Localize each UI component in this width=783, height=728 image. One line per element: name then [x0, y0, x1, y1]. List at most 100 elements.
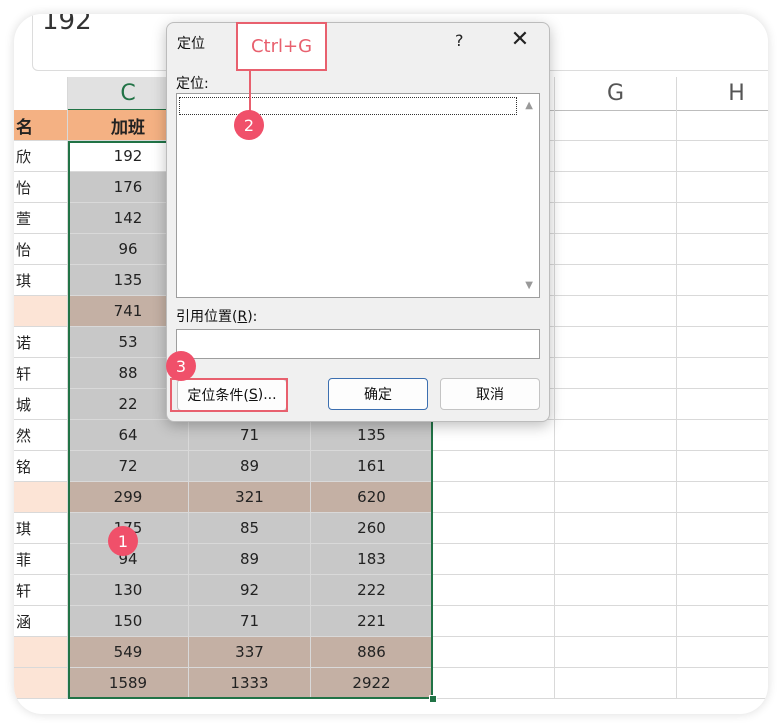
row-name-cell[interactable] — [14, 668, 68, 699]
value-cell-c[interactable]: 150 — [68, 606, 189, 637]
grid-cell[interactable] — [677, 110, 768, 141]
row-name-cell[interactable]: 萱 — [14, 203, 68, 234]
value-cell-d[interactable]: 89 — [189, 544, 311, 575]
grid-cell[interactable] — [677, 575, 768, 606]
grid-cell[interactable] — [555, 265, 677, 296]
grid-cell[interactable] — [677, 451, 768, 482]
row-name-cell[interactable]: 城 — [14, 389, 68, 420]
value-cell-d[interactable]: 71 — [189, 606, 311, 637]
column-header-b[interactable] — [14, 77, 68, 111]
value-cell-e[interactable]: 620 — [311, 482, 433, 513]
row-name-cell[interactable] — [14, 296, 68, 327]
grid-cell[interactable] — [677, 296, 768, 327]
grid-cell[interactable] — [433, 575, 555, 606]
cancel-button[interactable]: 取消 — [440, 378, 540, 410]
value-cell-e[interactable]: 221 — [311, 606, 433, 637]
grid-cell[interactable] — [433, 606, 555, 637]
grid-cell[interactable] — [555, 544, 677, 575]
value-cell-c[interactable]: 72 — [68, 451, 189, 482]
grid-cell[interactable] — [677, 544, 768, 575]
grid-cell[interactable] — [677, 668, 768, 699]
grid-cell[interactable] — [677, 203, 768, 234]
column-header-7[interactable]: G — [555, 77, 677, 111]
grid-cell[interactable] — [677, 389, 768, 420]
row-name-cell[interactable]: 琪 — [14, 265, 68, 296]
grid-cell[interactable] — [677, 172, 768, 203]
value-cell-d[interactable]: 92 — [189, 575, 311, 606]
value-cell-e[interactable]: 222 — [311, 575, 433, 606]
grid-cell[interactable] — [433, 544, 555, 575]
value-cell-c[interactable]: 64 — [68, 420, 189, 451]
row-name-cell[interactable]: 诺 — [14, 327, 68, 358]
row-name-cell[interactable]: 铭 — [14, 451, 68, 482]
fill-handle[interactable] — [429, 695, 437, 703]
value-cell-e[interactable]: 886 — [311, 637, 433, 668]
grid-cell[interactable] — [433, 420, 555, 451]
value-cell-d[interactable]: 321 — [189, 482, 311, 513]
grid-cell[interactable] — [555, 606, 677, 637]
scroll-down-icon[interactable]: ▼ — [525, 280, 533, 291]
row-name-cell[interactable]: 轩 — [14, 358, 68, 389]
grid-cell[interactable] — [555, 637, 677, 668]
grid-cell[interactable] — [555, 327, 677, 358]
value-cell-d[interactable]: 89 — [189, 451, 311, 482]
grid-cell[interactable] — [555, 110, 677, 141]
grid-cell[interactable] — [555, 668, 677, 699]
value-cell-e[interactable]: 2922 — [311, 668, 433, 699]
grid-cell[interactable] — [555, 420, 677, 451]
value-cell-e[interactable]: 135 — [311, 420, 433, 451]
grid-cell[interactable] — [555, 389, 677, 420]
grid-cell[interactable] — [555, 513, 677, 544]
row-name-cell[interactable] — [14, 637, 68, 668]
grid-cell[interactable] — [555, 203, 677, 234]
value-cell-c[interactable]: 130 — [68, 575, 189, 606]
grid-cell[interactable] — [555, 575, 677, 606]
grid-cell[interactable] — [677, 358, 768, 389]
value-cell-c[interactable]: 299 — [68, 482, 189, 513]
grid-cell[interactable] — [555, 172, 677, 203]
row-name-cell[interactable]: 轩 — [14, 575, 68, 606]
scroll-up-icon[interactable]: ▲ — [525, 100, 533, 111]
grid-cell[interactable] — [677, 234, 768, 265]
grid-cell[interactable] — [677, 513, 768, 544]
value-cell-e[interactable]: 161 — [311, 451, 433, 482]
grid-cell[interactable] — [677, 141, 768, 172]
grid-cell[interactable] — [677, 482, 768, 513]
row-name-cell[interactable]: 怡 — [14, 234, 68, 265]
grid-cell[interactable] — [433, 482, 555, 513]
help-icon[interactable]: ? — [455, 31, 464, 50]
grid-cell[interactable] — [677, 420, 768, 451]
grid-cell[interactable] — [433, 513, 555, 544]
grid-cell[interactable] — [677, 637, 768, 668]
grid-cell[interactable] — [555, 141, 677, 172]
value-cell-d[interactable]: 71 — [189, 420, 311, 451]
header-name-cell[interactable]: 名 — [14, 110, 68, 141]
row-name-cell[interactable]: 然 — [14, 420, 68, 451]
grid-cell[interactable] — [555, 296, 677, 327]
value-cell-d[interactable]: 1333 — [189, 668, 311, 699]
grid-cell[interactable] — [677, 327, 768, 358]
row-name-cell[interactable]: 琪 — [14, 513, 68, 544]
grid-cell[interactable] — [433, 637, 555, 668]
value-cell-c[interactable]: 549 — [68, 637, 189, 668]
grid-cell[interactable] — [677, 265, 768, 296]
row-name-cell[interactable]: 欣 — [14, 141, 68, 172]
value-cell-e[interactable]: 183 — [311, 544, 433, 575]
ok-button[interactable]: 确定 — [328, 378, 428, 410]
grid-cell[interactable] — [433, 668, 555, 699]
row-name-cell[interactable] — [14, 482, 68, 513]
column-header-8[interactable]: H — [677, 77, 768, 111]
grid-cell[interactable] — [433, 451, 555, 482]
row-name-cell[interactable]: 涵 — [14, 606, 68, 637]
goto-listbox[interactable]: ▲ ▼ — [176, 93, 540, 298]
list-focus-item[interactable] — [179, 97, 517, 115]
close-icon[interactable]: ✕ — [507, 27, 533, 52]
value-cell-d[interactable]: 337 — [189, 637, 311, 668]
grid-cell[interactable] — [677, 606, 768, 637]
value-cell-d[interactable]: 85 — [189, 513, 311, 544]
row-name-cell[interactable]: 怡 — [14, 172, 68, 203]
value-cell-e[interactable]: 260 — [311, 513, 433, 544]
grid-cell[interactable] — [555, 482, 677, 513]
grid-cell[interactable] — [555, 358, 677, 389]
value-cell-c[interactable]: 1589 — [68, 668, 189, 699]
